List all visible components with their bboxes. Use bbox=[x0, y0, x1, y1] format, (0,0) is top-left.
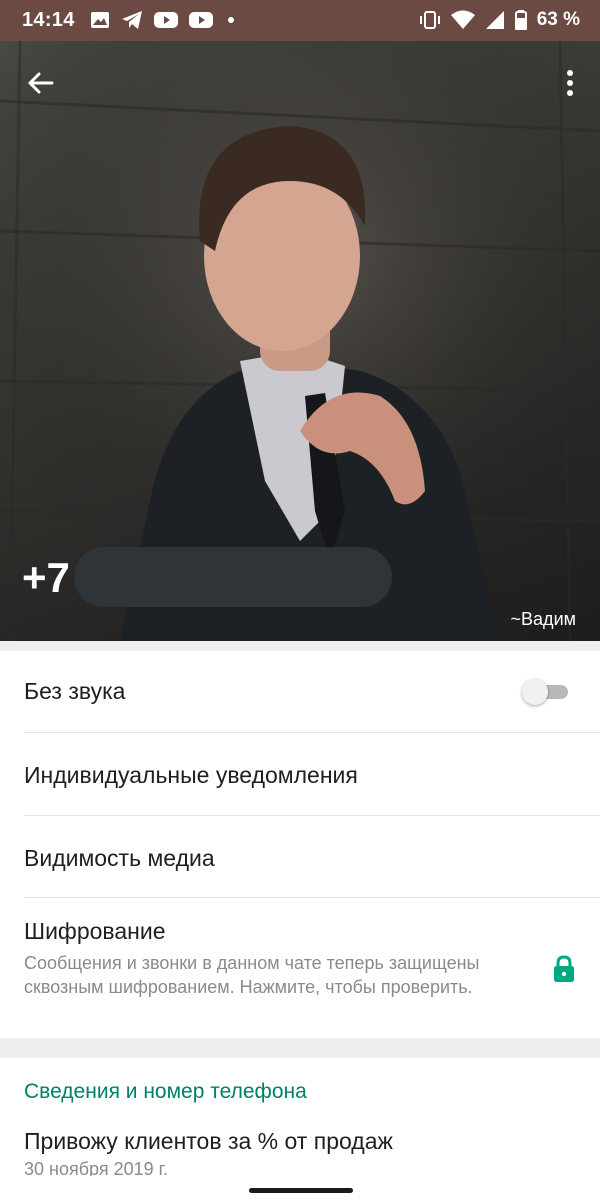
vibrate-icon bbox=[419, 11, 440, 29]
signal-icon bbox=[485, 11, 504, 29]
about-section-title: Сведения и номер телефона bbox=[24, 1080, 307, 1103]
image-icon bbox=[91, 12, 109, 28]
mute-row[interactable]: Без звука bbox=[0, 651, 600, 733]
redacted-phone-digits bbox=[74, 547, 392, 607]
encryption-subtitle: Сообщения и звонки в данном чате теперь … bbox=[24, 953, 480, 997]
phone-number: +7 bbox=[22, 554, 70, 601]
toggle-knob bbox=[522, 679, 548, 705]
system-icons: 63 % bbox=[419, 9, 580, 31]
custom-notifications-row[interactable]: Индивидуальные уведомления bbox=[0, 733, 600, 816]
about-card: Сведения и номер телефона Привожу клиент… bbox=[0, 1058, 600, 1176]
dot-icon bbox=[228, 17, 234, 23]
section-separator bbox=[0, 1038, 600, 1058]
media-visibility-label: Видимость медиа bbox=[24, 845, 215, 871]
battery-icon bbox=[514, 10, 527, 30]
encryption-row[interactable]: Шифрование Сообщения и звонки в данном ч… bbox=[0, 898, 600, 1038]
notification-icons bbox=[90, 10, 238, 30]
home-gesture-pill[interactable] bbox=[249, 1188, 353, 1193]
status-bar: 14:14 63 % bbox=[0, 0, 600, 41]
status-time: 14:14 bbox=[22, 9, 75, 31]
youtube-icon bbox=[154, 12, 178, 28]
encryption-title: Шифрование bbox=[24, 918, 166, 944]
chat-settings-card: Без звука Индивидуальные уведомления Вид… bbox=[0, 651, 600, 1038]
custom-notifications-label: Индивидуальные уведомления bbox=[24, 762, 358, 788]
contact-push-name: ~Вадим bbox=[510, 609, 576, 629]
arrow-back-icon[interactable] bbox=[22, 65, 58, 101]
media-visibility-row[interactable]: Видимость медиа bbox=[0, 816, 600, 898]
youtube-icon bbox=[189, 12, 213, 28]
navigation-bar bbox=[0, 1176, 600, 1200]
battery-percent: 63 % bbox=[536, 9, 580, 30]
profile-photo-header[interactable]: +7 ~Вадим bbox=[0, 41, 600, 641]
more-vert-icon[interactable] bbox=[558, 65, 582, 101]
section-separator bbox=[0, 641, 600, 651]
mute-label: Без звука bbox=[24, 678, 126, 704]
about-date: 30 ноября 2019 г. bbox=[24, 1159, 168, 1176]
lock-icon bbox=[554, 955, 574, 982]
mute-toggle[interactable] bbox=[522, 679, 568, 705]
telegram-icon bbox=[122, 11, 142, 29]
wifi-icon bbox=[450, 10, 475, 29]
about-text[interactable]: Привожу клиентов за % от продаж bbox=[24, 1128, 393, 1155]
